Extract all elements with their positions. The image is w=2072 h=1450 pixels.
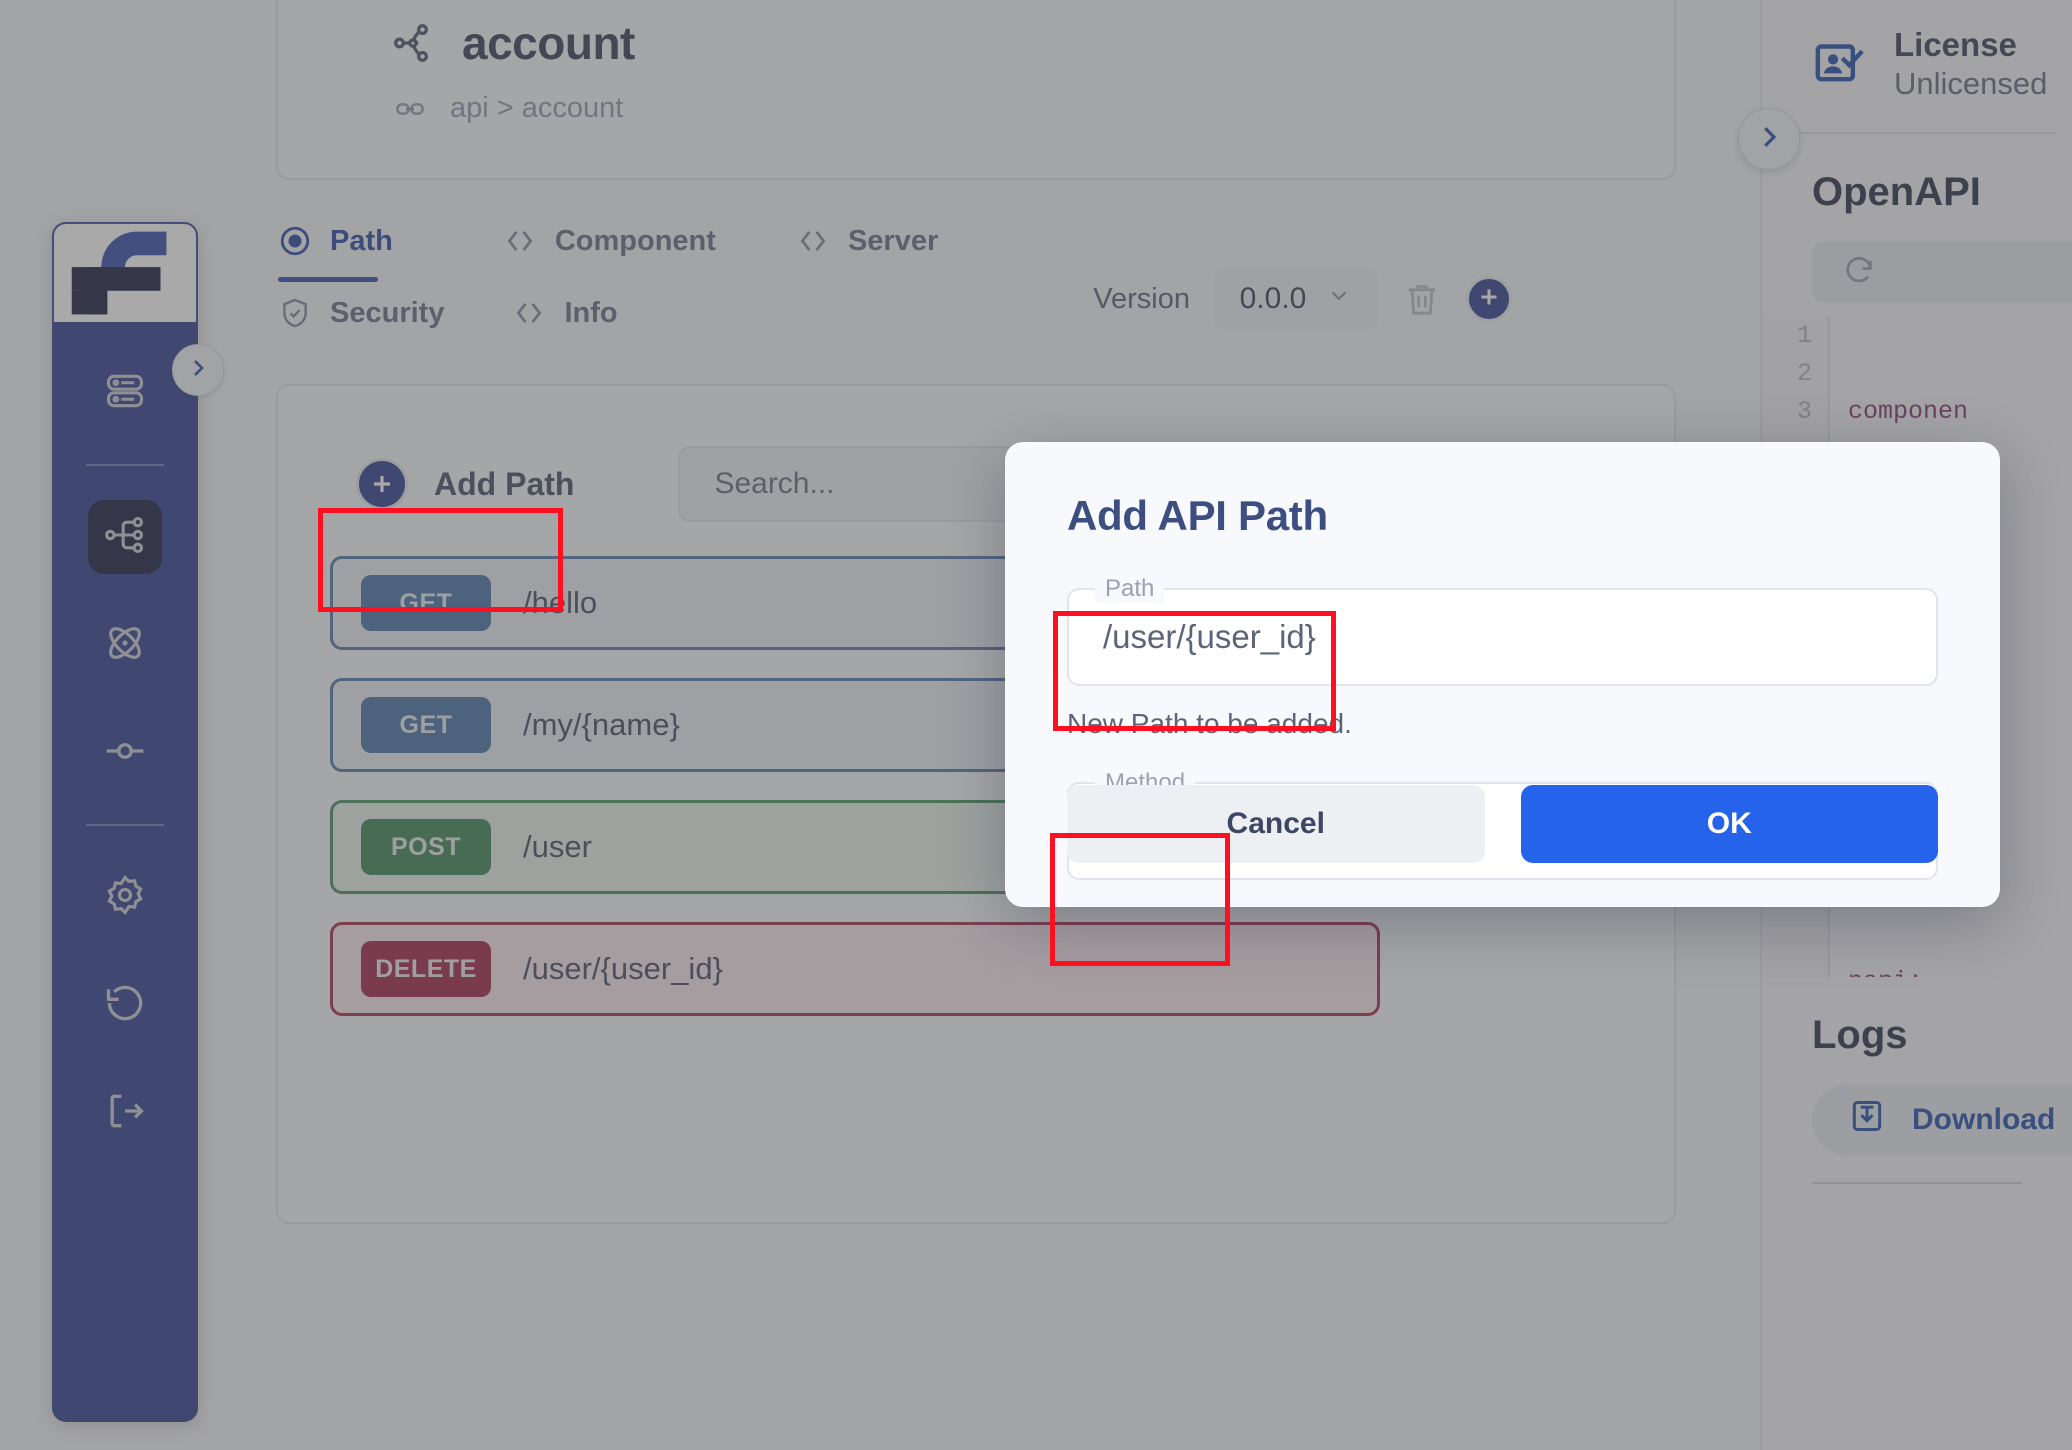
path-helper-text: New Path to be added. — [1067, 708, 1352, 739]
add-api-path-dialog: Add API Path Path /user/{user_id} New Pa… — [1005, 442, 2000, 907]
ok-button[interactable]: OK — [1520, 785, 1938, 863]
path-field-value: /user/{user_id} — [1103, 618, 1316, 655]
path-field-legend: Path — [1095, 575, 1165, 603]
dialog-actions: Cancel OK — [1067, 785, 1938, 863]
dialog-title: Add API Path — [1067, 492, 1328, 539]
cancel-button[interactable]: Cancel — [1067, 785, 1485, 863]
path-field[interactable]: Path /user/{user_id} — [1067, 575, 1938, 686]
